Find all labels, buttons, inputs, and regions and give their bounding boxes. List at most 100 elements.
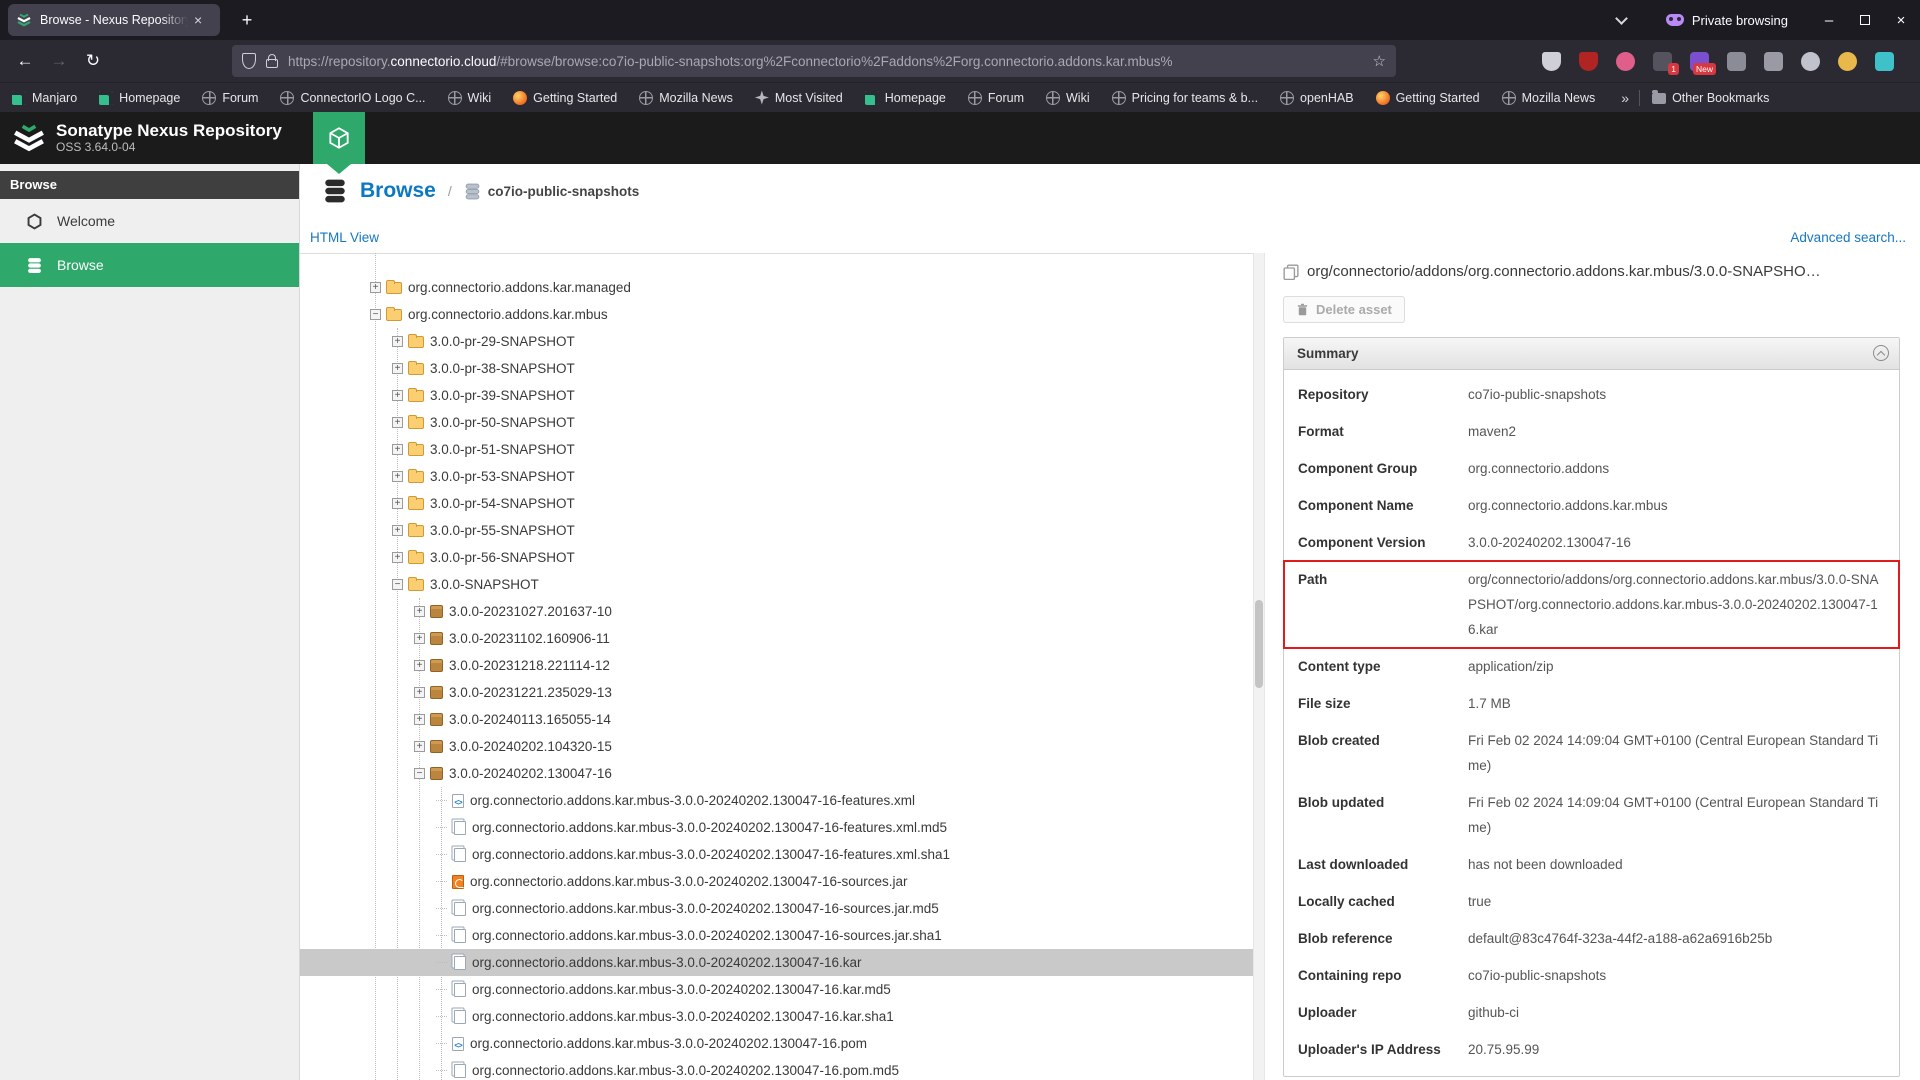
html-view-link[interactable]: HTML View bbox=[310, 230, 379, 245]
breadcrumb-browse-link[interactable]: Browse bbox=[360, 179, 436, 203]
tree-row[interactable]: org.connectorio.addons.kar.mbus-3.0.0-20… bbox=[300, 895, 1253, 922]
tree-row[interactable]: − 3.0.0-SNAPSHOT bbox=[300, 571, 1253, 598]
collapse-icon[interactable]: − bbox=[370, 309, 381, 320]
tree-row[interactable]: + org.connectorio.addons.kar.managed bbox=[300, 274, 1253, 301]
bookmark-item[interactable]: Pricing for teams & b... bbox=[1111, 90, 1258, 105]
other-bookmarks-button[interactable]: Other Bookmarks bbox=[1652, 90, 1769, 105]
expand-icon[interactable]: + bbox=[414, 633, 425, 644]
tree-row[interactable]: − org.connectorio.addons.kar.mbus bbox=[300, 301, 1253, 328]
bookmark-star-icon[interactable]: ☆ bbox=[1373, 52, 1386, 70]
collapse-panel-icon[interactable] bbox=[1873, 345, 1889, 361]
tree-row[interactable]: +3.0.0-pr-29-SNAPSHOT bbox=[300, 328, 1253, 355]
window-maximize-button[interactable] bbox=[1854, 12, 1876, 29]
bookmark-item[interactable]: Forum bbox=[967, 90, 1024, 105]
container-tabs-icon[interactable] bbox=[1875, 51, 1894, 71]
bookmark-item[interactable]: Forum bbox=[202, 90, 258, 105]
bookmark-item[interactable]: Wiki bbox=[447, 90, 491, 105]
bookmark-item[interactable]: Mozilla News bbox=[1501, 90, 1595, 105]
tree-row[interactable]: +3.0.0-pr-38-SNAPSHOT bbox=[300, 355, 1253, 382]
bookmark-item[interactable]: Homepage bbox=[99, 90, 180, 105]
expand-icon[interactable]: + bbox=[414, 741, 425, 752]
expand-icon[interactable]: + bbox=[370, 282, 381, 293]
expand-icon[interactable]: + bbox=[392, 525, 403, 536]
tree-row[interactable]: org.connectorio.addons.kar.mbus-3.0.0-20… bbox=[300, 1003, 1253, 1030]
tree-row[interactable]: org.connectorio.addons.kar.mbus-3.0.0-20… bbox=[300, 814, 1253, 841]
expand-icon[interactable]: + bbox=[392, 336, 403, 347]
tracking-shield-icon[interactable] bbox=[1542, 51, 1561, 71]
history-clock-icon[interactable] bbox=[1801, 51, 1820, 71]
lock-icon[interactable] bbox=[266, 54, 278, 68]
pink-extension-icon[interactable] bbox=[1616, 51, 1635, 71]
expand-icon[interactable]: + bbox=[392, 498, 403, 509]
extension-badge-new-icon[interactable]: New bbox=[1690, 51, 1716, 75]
tree-row[interactable]: +3.0.0-20231027.201637-10 bbox=[300, 598, 1253, 625]
list-tabs-chevron-icon[interactable] bbox=[1615, 11, 1628, 25]
expand-icon[interactable]: + bbox=[414, 687, 425, 698]
new-tab-button[interactable]: + bbox=[234, 7, 260, 33]
forward-button[interactable]: → bbox=[42, 51, 76, 71]
expand-icon[interactable]: + bbox=[414, 660, 425, 671]
collapse-icon[interactable]: − bbox=[414, 768, 425, 779]
tree-row[interactable]: +3.0.0-pr-51-SNAPSHOT bbox=[300, 436, 1253, 463]
extension-badge-one-icon[interactable]: 1 bbox=[1653, 51, 1679, 75]
window-minimize-button[interactable]: – bbox=[1818, 12, 1840, 29]
tree-row[interactable]: +3.0.0-20231221.235029-13 bbox=[300, 679, 1253, 706]
summary-value[interactable]: org/connectorio/addons/org.connectorio.a… bbox=[1468, 567, 1885, 642]
tree-scrollbar[interactable] bbox=[1253, 253, 1265, 1080]
tree-row[interactable]: +3.0.0-20231102.160906-11 bbox=[300, 625, 1253, 652]
advanced-search-link[interactable]: Advanced search... bbox=[1790, 230, 1906, 245]
screenshot-tool-icon[interactable] bbox=[1727, 51, 1746, 71]
ublock-icon[interactable] bbox=[1579, 51, 1598, 71]
tab-close-icon[interactable]: × bbox=[194, 12, 202, 28]
bookmarks-overflow-chevron[interactable]: » bbox=[1621, 90, 1629, 106]
bookmark-item[interactable]: Homepage bbox=[864, 90, 946, 105]
tree-row[interactable]: − 3.0.0-20240202.130047-16 bbox=[300, 760, 1253, 787]
bookmark-item[interactable]: Getting Started bbox=[1375, 90, 1480, 105]
tree-row[interactable]: +3.0.0-pr-55-SNAPSHOT bbox=[300, 517, 1253, 544]
tree-row[interactable]: +3.0.0-pr-54-SNAPSHOT bbox=[300, 490, 1253, 517]
tree-row[interactable]: org.connectorio.addons.kar.mbus-3.0.0-20… bbox=[300, 949, 1253, 976]
expand-icon[interactable]: + bbox=[392, 552, 403, 563]
tree-row[interactable]: +3.0.0-20240113.165055-14 bbox=[300, 706, 1253, 733]
delete-asset-button[interactable]: Delete asset bbox=[1283, 296, 1405, 323]
tree-row[interactable]: +3.0.0-pr-56-SNAPSHOT bbox=[300, 544, 1253, 571]
bookmark-item[interactable]: Wiki bbox=[1046, 90, 1090, 105]
expand-icon[interactable]: + bbox=[392, 417, 403, 428]
tracking-protection-shield-icon[interactable] bbox=[242, 53, 256, 69]
tree-row[interactable]: org.connectorio.addons.kar.mbus-3.0.0-20… bbox=[300, 841, 1253, 868]
sidebar-item-welcome[interactable]: Welcome bbox=[0, 199, 299, 243]
expand-icon[interactable]: + bbox=[392, 471, 403, 482]
collapse-icon[interactable]: − bbox=[392, 579, 403, 590]
tree-row[interactable]: +3.0.0-pr-53-SNAPSHOT bbox=[300, 463, 1253, 490]
reload-button[interactable]: ↻ bbox=[76, 51, 110, 71]
tree-row[interactable]: +3.0.0-20240202.104320-15 bbox=[300, 733, 1253, 760]
summary-header[interactable]: Summary bbox=[1284, 338, 1899, 370]
expand-icon[interactable]: + bbox=[392, 363, 403, 374]
window-close-button[interactable]: × bbox=[1890, 12, 1912, 29]
browse-mode-tab[interactable] bbox=[313, 112, 365, 164]
sidebar-item-browse[interactable]: Browse bbox=[0, 243, 299, 287]
expand-icon[interactable]: + bbox=[414, 606, 425, 617]
tree-row[interactable]: org.connectorio.addons.kar.mbus-3.0.0-20… bbox=[300, 922, 1253, 949]
tree-row[interactable]: org.connectorio.addons.kar.mbus-3.0.0-20… bbox=[300, 868, 1253, 895]
url-bar[interactable]: https://repository.connectorio.cloud/#br… bbox=[232, 45, 1396, 77]
tree-row[interactable]: org.connectorio.addons.kar.mbus-3.0.0-20… bbox=[300, 1030, 1253, 1057]
tree-row[interactable]: +3.0.0-20231218.221114-12 bbox=[300, 652, 1253, 679]
bookmark-item[interactable]: Getting Started bbox=[513, 90, 617, 105]
browser-tab[interactable]: Browse - Nexus Repository Ma × bbox=[8, 4, 220, 36]
expand-icon[interactable]: + bbox=[414, 714, 425, 725]
bookmark-item[interactable]: Most Visited bbox=[754, 90, 843, 105]
tree-row[interactable]: +3.0.0-pr-39-SNAPSHOT bbox=[300, 382, 1253, 409]
bookmark-item[interactable]: Mozilla News bbox=[639, 90, 733, 105]
expand-icon[interactable]: + bbox=[392, 444, 403, 455]
bookmark-item[interactable]: openHAB bbox=[1280, 90, 1354, 105]
tree-row[interactable]: org.connectorio.addons.kar.mbus-3.0.0-20… bbox=[300, 787, 1253, 814]
tree-row[interactable]: org.connectorio.addons.kar.mbus-3.0.0-20… bbox=[300, 1057, 1253, 1080]
bookmark-item[interactable]: Manjaro bbox=[12, 90, 77, 105]
expand-icon[interactable]: + bbox=[392, 390, 403, 401]
tree-row[interactable]: org.connectorio.addons.kar.mbus-3.0.0-20… bbox=[300, 976, 1253, 1003]
spark-extension-icon[interactable] bbox=[1838, 51, 1857, 71]
bookmark-item[interactable]: ConnectorIO Logo C... bbox=[280, 90, 426, 105]
back-button[interactable]: ← bbox=[8, 51, 42, 71]
puzzle-extension-icon[interactable] bbox=[1764, 51, 1783, 71]
